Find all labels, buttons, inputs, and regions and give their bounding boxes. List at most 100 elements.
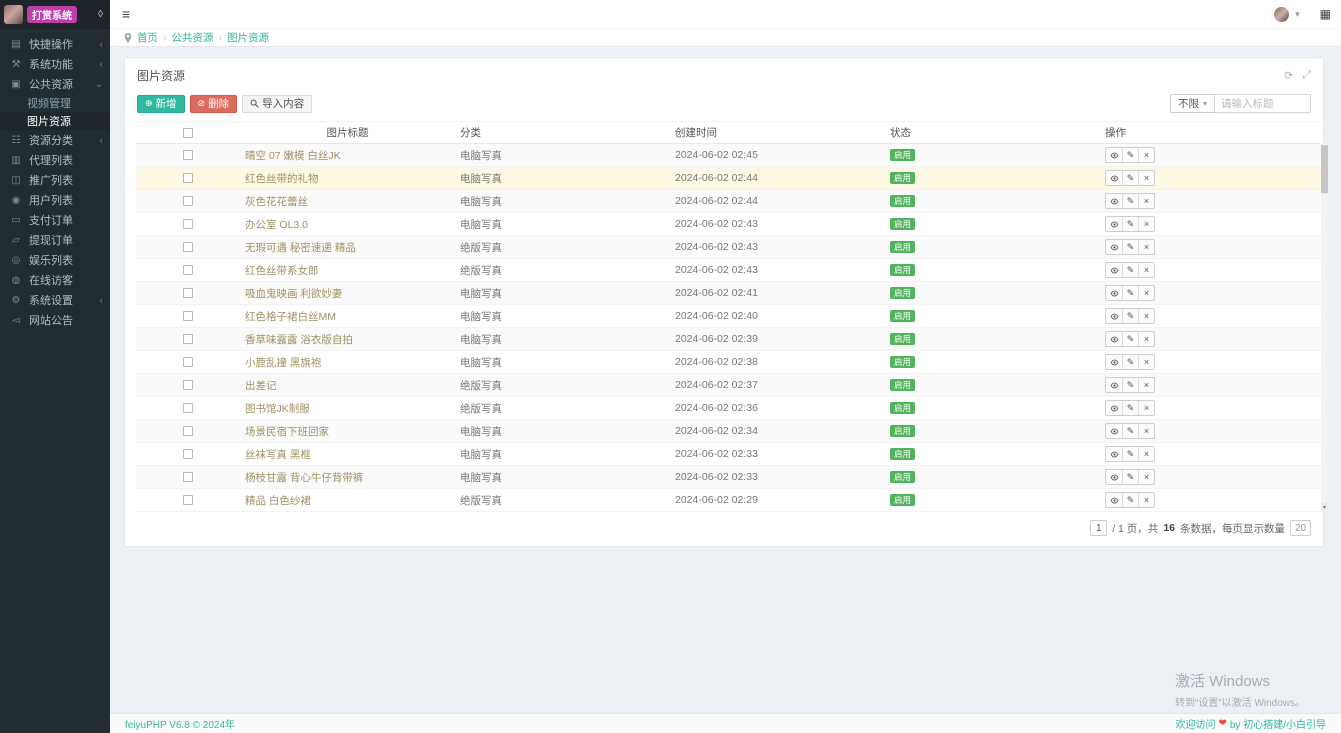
delete-row-button[interactable]: × — [1138, 194, 1154, 208]
delete-row-button[interactable]: × — [1138, 378, 1154, 392]
view-button[interactable] — [1106, 263, 1122, 277]
row-title-link[interactable]: 香草味露露 浴衣版自拍 — [245, 334, 353, 346]
delete-row-button[interactable]: × — [1138, 309, 1154, 323]
delete-row-button[interactable]: × — [1138, 424, 1154, 438]
row-checkbox[interactable] — [183, 219, 193, 230]
filter-dropdown[interactable]: 不限 ▾ — [1169, 94, 1214, 113]
sidebar-item-payment-orders[interactable]: ▭ 支付订单 — [0, 210, 110, 230]
edit-button[interactable]: ✎ — [1122, 171, 1138, 185]
sidebar-item-system-settings[interactable]: ⚙ 系统设置 ‹ — [0, 290, 110, 310]
import-button[interactable]: 导入内容 — [242, 94, 313, 113]
sidebar-item-system-functions[interactable]: ⚒ 系统功能 ‹ — [0, 54, 110, 74]
edit-button[interactable]: ✎ — [1122, 263, 1138, 277]
user-menu-caret-icon[interactable]: ▾ — [1295, 9, 1300, 20]
delete-row-button[interactable]: × — [1138, 240, 1154, 254]
row-checkbox[interactable] — [183, 150, 193, 161]
page-input[interactable] — [1090, 520, 1108, 536]
page-size-box[interactable]: 20 — [1290, 520, 1311, 536]
search-input[interactable] — [1214, 94, 1311, 113]
view-button[interactable] — [1106, 378, 1122, 392]
row-checkbox[interactable] — [183, 242, 193, 253]
row-checkbox[interactable] — [183, 357, 193, 368]
sidebar-subitem-image-resources[interactable]: 图片资源 — [0, 112, 110, 130]
row-title-link[interactable]: 灰色花花蕾丝 — [245, 196, 308, 208]
row-title-link[interactable]: 晴空 07 嫩模 白丝JK — [245, 150, 341, 162]
row-title-link[interactable]: 小鹿乱撞 黑旗袍 — [245, 357, 321, 369]
sidebar-item-public-resources[interactable]: ▣ 公共资源 ⌄ — [0, 74, 110, 94]
view-button[interactable] — [1106, 332, 1122, 346]
view-button[interactable] — [1106, 240, 1122, 254]
edit-button[interactable]: ✎ — [1122, 332, 1138, 346]
edit-button[interactable]: ✎ — [1122, 493, 1138, 507]
view-button[interactable] — [1106, 470, 1122, 484]
sidebar-item-site-notice[interactable]: ◅ 网站公告 — [0, 310, 110, 330]
row-title-link[interactable]: 办公室 OL3.0 — [245, 219, 308, 231]
row-title-link[interactable]: 丝袜写真 黑框 — [245, 449, 311, 461]
edit-button[interactable]: ✎ — [1122, 148, 1138, 162]
edit-button[interactable]: ✎ — [1122, 470, 1138, 484]
row-checkbox[interactable] — [183, 426, 193, 437]
delete-row-button[interactable]: × — [1138, 332, 1154, 346]
delete-button[interactable]: ⊘ 删除 — [189, 94, 238, 113]
droplet-icon[interactable]: ◊ — [98, 9, 103, 20]
add-button[interactable]: ⊕ 新增 — [137, 94, 185, 113]
row-checkbox[interactable] — [183, 311, 193, 322]
sidebar-item-withdraw-orders[interactable]: ▱ 提现订单 — [0, 230, 110, 250]
grid-icon[interactable]: ▦ — [1320, 7, 1331, 21]
sidebar-item-resource-category[interactable]: ☷ 资源分类 ‹ — [0, 130, 110, 150]
edit-button[interactable]: ✎ — [1122, 217, 1138, 231]
sidebar-item-user-list[interactable]: ◉ 用户列表 — [0, 190, 110, 210]
edit-button[interactable]: ✎ — [1122, 401, 1138, 415]
delete-row-button[interactable]: × — [1138, 171, 1154, 185]
delete-row-button[interactable]: × — [1138, 286, 1154, 300]
sidebar-item-quick-ops[interactable]: ▤ 快捷操作 ‹ — [0, 34, 110, 54]
view-button[interactable] — [1106, 148, 1122, 162]
breadcrumb-public-resources[interactable]: 公共资源 — [172, 30, 214, 45]
delete-row-button[interactable]: × — [1138, 263, 1154, 277]
edit-button[interactable]: ✎ — [1122, 309, 1138, 323]
row-title-link[interactable]: 精品 白色纱裙 — [245, 495, 311, 507]
row-title-link[interactable]: 出差记 — [245, 380, 277, 392]
scrollbar-down-arrow-icon[interactable]: ▾ — [1321, 503, 1328, 512]
row-title-link[interactable]: 场景民宿下班回家 — [245, 426, 329, 438]
edit-button[interactable]: ✎ — [1122, 355, 1138, 369]
select-all-checkbox[interactable] — [183, 127, 193, 138]
edit-button[interactable]: ✎ — [1122, 194, 1138, 208]
sidebar-item-online-visitors[interactable]: ◍ 在线访客 — [0, 270, 110, 290]
table-scrollbar[interactable]: ▾ — [1321, 144, 1328, 512]
view-button[interactable] — [1106, 217, 1122, 231]
view-button[interactable] — [1106, 309, 1122, 323]
row-title-link[interactable]: 吸血鬼映画 利欲妙妻 — [245, 288, 342, 300]
sidebar-toggle-icon[interactable]: ≡ — [122, 6, 130, 22]
breadcrumb-home[interactable]: 首页 — [137, 30, 158, 45]
row-checkbox[interactable] — [183, 334, 193, 345]
row-checkbox[interactable] — [183, 472, 193, 483]
view-button[interactable] — [1106, 401, 1122, 415]
edit-button[interactable]: ✎ — [1122, 378, 1138, 392]
view-button[interactable] — [1106, 493, 1122, 507]
scrollbar-thumb[interactable] — [1321, 145, 1328, 193]
row-checkbox[interactable] — [183, 288, 193, 299]
row-checkbox[interactable] — [183, 403, 193, 414]
row-title-link[interactable]: 无瑕可遇 秘密速递 精品 — [245, 242, 356, 254]
delete-row-button[interactable]: × — [1138, 447, 1154, 461]
edit-button[interactable]: ✎ — [1122, 286, 1138, 300]
delete-row-button[interactable]: × — [1138, 355, 1154, 369]
delete-row-button[interactable]: × — [1138, 401, 1154, 415]
sidebar-item-promotion-list[interactable]: ◫ 推广列表 — [0, 170, 110, 190]
edit-button[interactable]: ✎ — [1122, 424, 1138, 438]
row-title-link[interactable]: 杨枝甘露 背心牛仔背带裤 — [245, 472, 363, 484]
row-title-link[interactable]: 红色格子裙白丝MM — [245, 311, 336, 323]
row-checkbox[interactable] — [183, 495, 193, 506]
refresh-icon[interactable]: ⟳ — [1284, 69, 1293, 82]
row-checkbox[interactable] — [183, 173, 193, 184]
view-button[interactable] — [1106, 286, 1122, 300]
view-button[interactable] — [1106, 194, 1122, 208]
edit-button[interactable]: ✎ — [1122, 240, 1138, 254]
row-checkbox[interactable] — [183, 196, 193, 207]
view-button[interactable] — [1106, 424, 1122, 438]
delete-row-button[interactable]: × — [1138, 493, 1154, 507]
breadcrumb-image-resources[interactable]: 图片资源 — [227, 30, 269, 45]
view-button[interactable] — [1106, 355, 1122, 369]
delete-row-button[interactable]: × — [1138, 470, 1154, 484]
